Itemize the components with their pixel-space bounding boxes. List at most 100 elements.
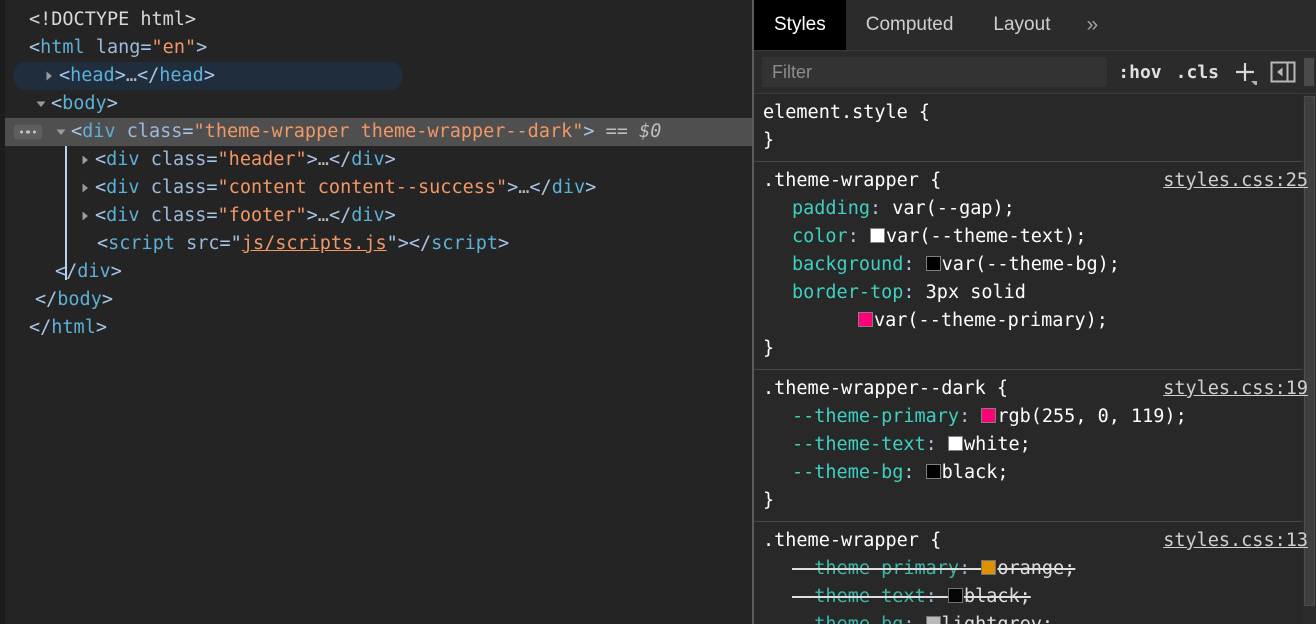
color-swatch-icon[interactable] bbox=[925, 616, 941, 624]
css-rule-3[interactable]: .theme-wrapper {styles.css:13 --theme-pri… bbox=[754, 522, 1316, 624]
dom-tree[interactable]: <!DOCTYPE html> <html lang="en"> <head>…</… bbox=[5, 0, 752, 342]
css-rules-list[interactable]: element.style {} .theme-wrapper { styles.c… bbox=[754, 94, 1316, 624]
tab-computed[interactable]: Computed bbox=[846, 0, 974, 50]
rule-selector[interactable]: element.style { bbox=[763, 99, 930, 127]
rule-selector[interactable]: .theme-wrapper { bbox=[763, 167, 941, 195]
color-swatch-icon[interactable] bbox=[925, 256, 941, 271]
dom-node-header-div[interactable]: <div class="header">…</div> bbox=[5, 146, 752, 174]
token-punct: > bbox=[507, 177, 519, 198]
declaration-property[interactable]: color bbox=[792, 226, 848, 247]
rule-source-link[interactable]: styles.css:13 bbox=[1163, 527, 1308, 555]
chevron-right-icon[interactable] bbox=[79, 182, 91, 194]
css-rule-0[interactable]: element.style {} bbox=[754, 94, 1316, 162]
tab-layout[interactable]: Layout bbox=[973, 0, 1070, 50]
token-punct: > bbox=[95, 317, 107, 338]
dom-node-doctype[interactable]: <!DOCTYPE html> bbox=[5, 6, 752, 34]
token-attrname: lang bbox=[95, 37, 141, 58]
token-ellip: … bbox=[125, 65, 137, 86]
dom-node-text: <div class="footer">…</div> bbox=[79, 202, 396, 230]
color-swatch-icon[interactable] bbox=[981, 408, 997, 423]
declaration-var-theme-primary[interactable]: --theme-primary: rgb(255, 0, 119); bbox=[754, 403, 1316, 431]
token-punct: < bbox=[95, 177, 107, 198]
declaration-property[interactable]: padding bbox=[792, 198, 870, 219]
token-linkhref: js/scripts.js bbox=[241, 233, 387, 254]
declaration-border-top[interactable]: border-top: 3px solid bbox=[754, 279, 1316, 307]
rule-source-link[interactable]: styles.css:19 bbox=[1163, 375, 1308, 403]
declaration-property[interactable]: background bbox=[792, 254, 903, 275]
declaration-var-theme-text[interactable]: --theme-text: white; bbox=[754, 431, 1316, 459]
declaration-padding[interactable]: padding: var(--gap); bbox=[754, 195, 1316, 223]
chevron-right-icon[interactable] bbox=[79, 154, 91, 166]
token-punct: " bbox=[386, 233, 398, 254]
toggle-element-state-pane-button[interactable] bbox=[1268, 58, 1298, 86]
color-swatch-icon[interactable] bbox=[947, 588, 963, 603]
tab-styles[interactable]: Styles bbox=[754, 0, 846, 50]
dom-node-script-tag[interactable]: <script src="js/scripts.js"></script> bbox=[5, 230, 752, 258]
token-punct: < bbox=[95, 149, 107, 170]
declaration-property[interactable]: --theme-text bbox=[792, 586, 926, 607]
rule-selector[interactable]: .theme-wrapper--dark { bbox=[763, 375, 1008, 403]
declaration-value[interactable]: var(--theme-primary); bbox=[874, 310, 1108, 331]
dom-node-div-close[interactable]: </div> bbox=[5, 258, 752, 286]
color-swatch-icon[interactable] bbox=[947, 436, 963, 451]
hov-toggle-button[interactable]: :hov bbox=[1111, 62, 1168, 83]
declaration-background[interactable]: background: var(--theme-bg); bbox=[754, 251, 1316, 279]
declaration-var-theme-bg[interactable]: --theme-bg: black; bbox=[754, 459, 1316, 487]
token-attrname: class bbox=[150, 205, 207, 226]
node-badge-dots-icon[interactable] bbox=[14, 124, 42, 140]
declaration-value[interactable]: lightgrey; bbox=[942, 614, 1053, 624]
declaration-property[interactable]: --theme-bg bbox=[792, 462, 903, 483]
declaration-var-theme-primary[interactable]: --theme-primary: orange; bbox=[754, 555, 1316, 583]
declaration-value[interactable]: rgb(255, 0, 119); bbox=[997, 406, 1186, 427]
token-punct: > bbox=[306, 205, 318, 226]
declaration-property[interactable]: --theme-primary bbox=[792, 406, 959, 427]
css-rule-2[interactable]: .theme-wrapper--dark {styles.css:19 --the… bbox=[754, 370, 1316, 522]
token-attrval: "header" bbox=[217, 149, 307, 170]
more-tabs-icon[interactable]: » bbox=[1070, 0, 1114, 50]
declaration-property[interactable]: --theme-text bbox=[792, 434, 926, 455]
token-punct: < bbox=[71, 121, 83, 142]
dom-node-body-open[interactable]: <body> bbox=[5, 90, 752, 118]
declaration-color[interactable]: color: var(--theme-text); bbox=[754, 223, 1316, 251]
declaration-property[interactable]: --theme-bg bbox=[792, 614, 903, 624]
token-punct: < bbox=[29, 37, 41, 58]
declaration-value[interactable]: var(--gap); bbox=[892, 198, 1015, 219]
dom-node-html-close[interactable]: </html> bbox=[5, 314, 752, 342]
declaration-property[interactable]: --theme-primary bbox=[792, 558, 959, 579]
dom-node-content-div[interactable]: <div class="content content--success">…<… bbox=[5, 174, 752, 202]
chevron-down-icon[interactable] bbox=[55, 126, 67, 138]
declaration-value[interactable]: orange; bbox=[997, 558, 1075, 579]
chevron-right-icon[interactable] bbox=[79, 210, 91, 222]
declaration-var-theme-bg[interactable]: --theme-bg: lightgrey; bbox=[754, 611, 1316, 624]
color-swatch-icon[interactable] bbox=[858, 312, 873, 327]
css-rule-1[interactable]: .theme-wrapper { styles.css:25 padding: va… bbox=[754, 162, 1316, 370]
new-style-rule-button[interactable] bbox=[1230, 57, 1260, 87]
filter-input[interactable] bbox=[762, 57, 1108, 87]
chevron-down-icon[interactable] bbox=[35, 98, 47, 110]
color-swatch-icon[interactable] bbox=[925, 464, 941, 479]
dom-node-html-open[interactable]: <html lang="en"> bbox=[5, 34, 752, 62]
dom-node-theme-wrapper-div[interactable]: <div class="theme-wrapper theme-wrapper-… bbox=[5, 118, 752, 146]
declaration-value[interactable]: var(--theme-text); bbox=[886, 226, 1086, 247]
declaration-var-theme-text[interactable]: --theme-text: black; bbox=[754, 583, 1316, 611]
token-punct: </ bbox=[29, 317, 52, 338]
token-ellip: … bbox=[518, 177, 530, 198]
rule-source-link[interactable]: styles.css:25 bbox=[1163, 167, 1308, 195]
dom-node-head[interactable]: <head>…</head> bbox=[13, 62, 403, 90]
declaration-value[interactable]: white; bbox=[964, 434, 1031, 455]
declaration-property[interactable]: border-top bbox=[792, 282, 903, 303]
color-swatch-icon[interactable] bbox=[869, 228, 885, 243]
dom-node-footer-div[interactable]: <div class="footer">…</div> bbox=[5, 202, 752, 230]
dom-node-body-close[interactable]: </body> bbox=[5, 286, 752, 314]
rule-header: .theme-wrapper { styles.css:25 bbox=[754, 167, 1316, 195]
declaration-value[interactable]: 3px solid bbox=[926, 282, 1026, 303]
chevron-right-icon[interactable] bbox=[43, 70, 55, 82]
declaration-value[interactable]: var(--theme-bg); bbox=[942, 254, 1120, 275]
declaration-value[interactable]: black; bbox=[942, 462, 1009, 483]
declaration-value[interactable]: black; bbox=[964, 586, 1031, 607]
rule-selector[interactable]: .theme-wrapper { bbox=[763, 527, 941, 555]
color-swatch-icon[interactable] bbox=[981, 560, 997, 575]
declaration-value-continuation[interactable]: var(--theme-primary); bbox=[754, 307, 1316, 335]
token-punct: < bbox=[97, 233, 109, 254]
cls-toggle-button[interactable]: .cls bbox=[1169, 62, 1226, 83]
